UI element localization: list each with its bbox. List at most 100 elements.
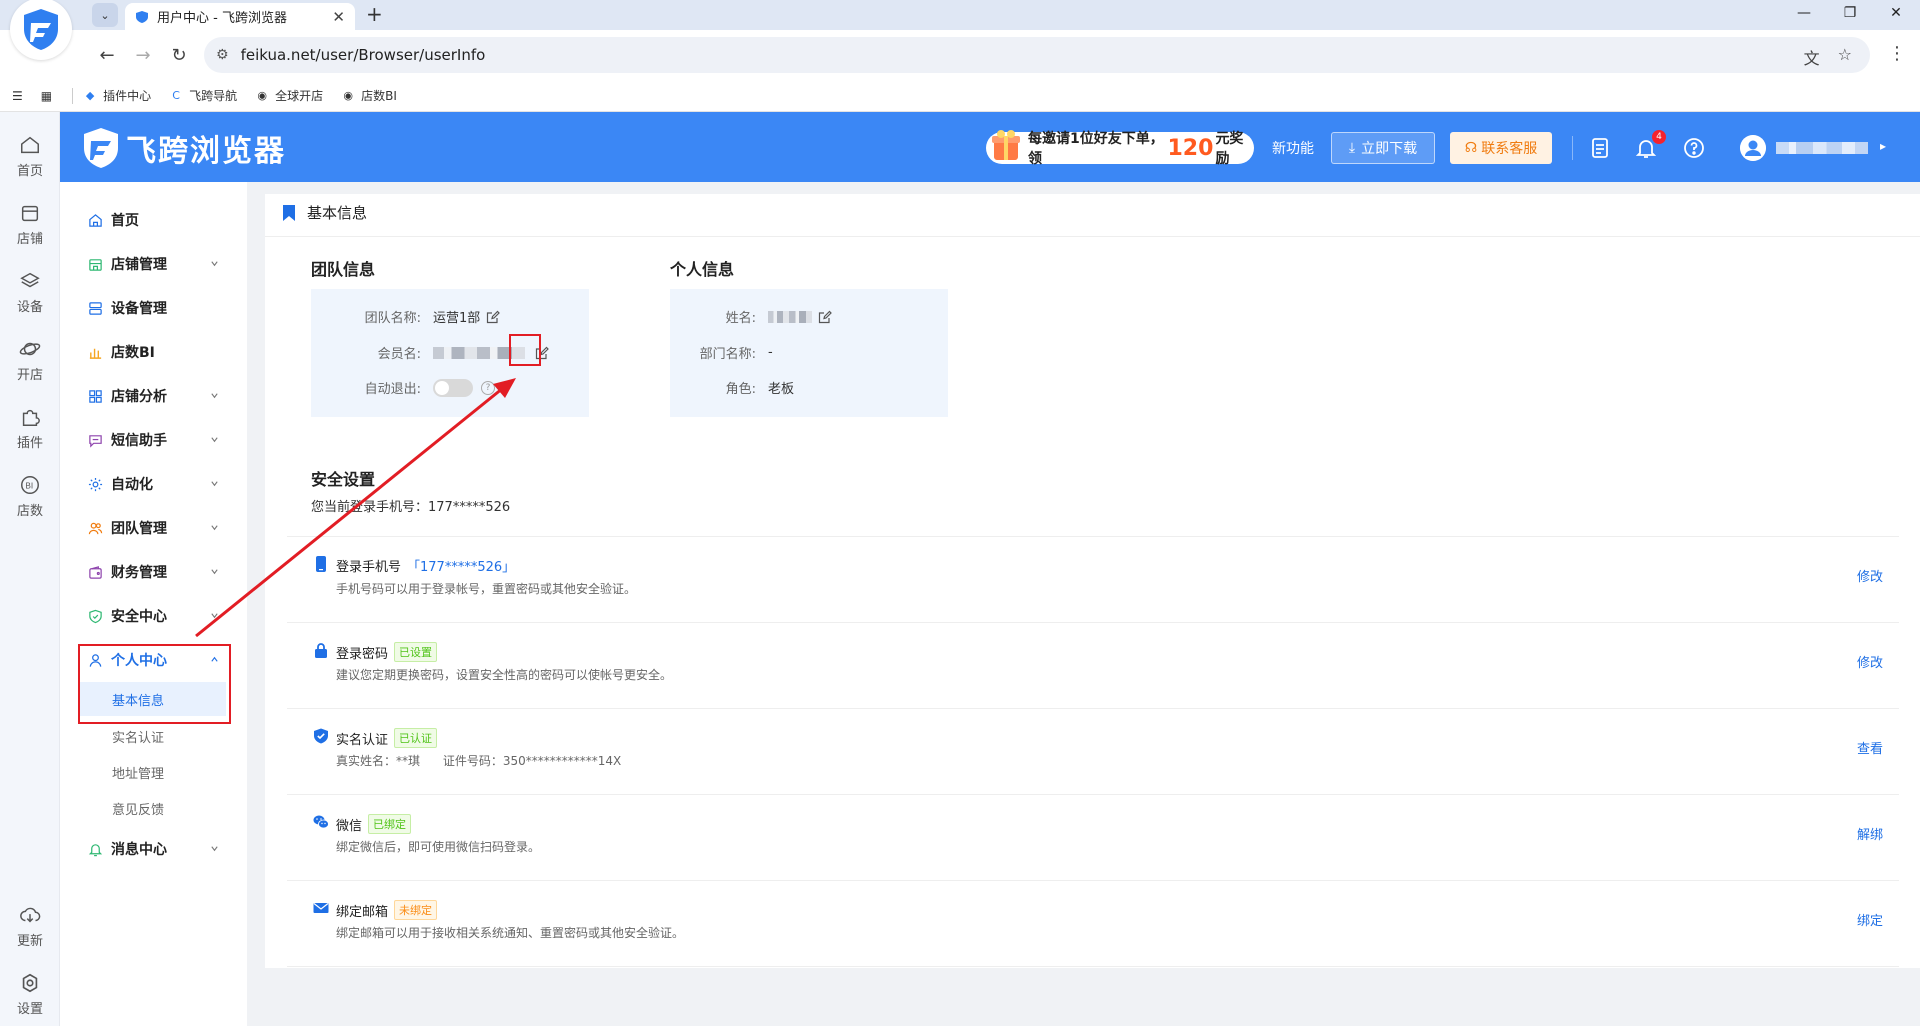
bookmark-label: 插件中心 — [103, 89, 152, 103]
edit-icon[interactable] — [486, 310, 501, 324]
invite-promo-banner[interactable]: 每邀请1位好友下单，领 120 元奖励 — [986, 130, 1254, 167]
view-realname-link[interactable]: 查看 — [1857, 738, 1883, 757]
menu-label: 团队管理 — [111, 521, 167, 537]
browser-menu-icon[interactable]: ⋮ — [1888, 43, 1906, 64]
menu-item-device-management[interactable]: 设备管理 — [60, 289, 247, 327]
back-icon[interactable]: ← — [92, 40, 122, 70]
menu-label: 店数BI — [111, 345, 155, 361]
site-info-icon[interactable]: ⚙ — [216, 47, 229, 63]
bar-chart-icon — [89, 348, 102, 359]
contact-label: 联系客服 — [1481, 141, 1538, 157]
bookmark-icon — [283, 204, 295, 221]
new-tab-button[interactable]: + — [366, 2, 383, 26]
rail-dianshu[interactable]: BI 店数 — [0, 474, 60, 519]
notification-badge: 4 — [1652, 130, 1666, 144]
rail-open-store[interactable]: 开店 — [0, 338, 60, 383]
menu-item-dianshu-bi[interactable]: 店数BI — [60, 333, 247, 371]
menu-item-team-management[interactable]: 团队管理 — [60, 509, 247, 547]
translate-icon[interactable]: 文 — [1804, 45, 1820, 69]
wallet-icon — [89, 565, 102, 579]
globe-icon: ◉ — [257, 89, 267, 102]
user-menu-caret-icon[interactable]: ▸ — [1880, 139, 1886, 153]
help-circle-icon[interactable]: ? — [481, 380, 495, 395]
item-desc: 建议您定期更换密码，设置安全性高的密码可以使帐号更安全。 — [336, 668, 673, 682]
page-title-text: 基本信息 — [307, 204, 368, 222]
bookmark-dianshu-bi[interactable]: ◉ 店数BI — [341, 87, 397, 104]
store-icon — [21, 205, 39, 222]
menu-item-message-center[interactable]: 消息中心 — [60, 830, 247, 868]
menu-item-home[interactable]: 首页 — [60, 201, 247, 239]
feikua-logo-icon: ◆ — [85, 89, 95, 102]
bind-email-link[interactable]: 绑定 — [1857, 910, 1883, 929]
tab-close-icon[interactable]: ✕ — [332, 8, 345, 26]
restore-button[interactable]: ❐ — [1826, 0, 1874, 26]
shield-check-icon — [89, 609, 102, 623]
reload-icon[interactable]: ↻ — [164, 40, 194, 70]
annotation-highlight-edit — [509, 334, 541, 366]
divider — [287, 536, 1899, 537]
rail-device[interactable]: 设备 — [0, 270, 60, 315]
menu-item-automation[interactable]: 自动化 — [60, 465, 247, 503]
tab-active[interactable]: 用户中心 - 飞跨浏览器 ✕ — [125, 3, 355, 30]
menu-item-sms-assistant[interactable]: 短信助手 — [60, 421, 247, 459]
status-badge: 已认证 — [394, 728, 438, 748]
phone-icon — [316, 556, 326, 572]
globe-icon: ◉ — [343, 89, 353, 102]
item-desc: 绑定微信后，即可使用微信扫码登录。 — [336, 840, 541, 854]
rail-update[interactable]: 更新 — [0, 904, 60, 949]
role-value: 老板 — [768, 382, 795, 397]
rail-plugin[interactable]: 插件 — [0, 406, 60, 451]
rail-settings[interactable]: 设置 — [0, 972, 60, 1017]
new-feature-link[interactable]: 新功能 — [1272, 138, 1314, 158]
tab-title: 用户中心 - 飞跨浏览器 — [157, 11, 287, 26]
bookmark-plugin-center[interactable]: ◆ 插件中心 — [83, 87, 151, 104]
headset-icon: ☊ — [1464, 140, 1478, 156]
promo-amount: 120 — [1167, 135, 1214, 161]
auto-logout-toggle[interactable] — [433, 378, 473, 397]
item-name: 登录密码 — [336, 646, 389, 662]
unbind-wechat-link[interactable]: 解绑 — [1857, 824, 1883, 843]
chevron-down-icon — [211, 261, 218, 267]
item-desc: 绑定邮箱可以用于接收相关系统通知、重置密码或其他安全验证。 — [336, 926, 685, 940]
download-button[interactable]: ⤓ 立即下载 — [1331, 132, 1435, 164]
tab-search-dropdown[interactable]: ⌄ — [92, 3, 118, 27]
username-redacted[interactable] — [1776, 142, 1868, 154]
help-icon[interactable] — [1682, 136, 1706, 160]
address-bar[interactable]: ⚙ feikua.net/user/Browser/userInfo 文 ☆ — [204, 37, 1870, 73]
avatar[interactable] — [1740, 135, 1766, 161]
document-icon[interactable] — [1588, 136, 1612, 160]
bookmark-navigation[interactable]: C 飞跨导航 — [169, 87, 237, 104]
browser-logo-icon[interactable] — [10, 0, 72, 60]
divider — [287, 708, 1899, 709]
submenu-address[interactable]: 地址管理 — [60, 755, 247, 789]
apps-grid-icon[interactable]: ▦ — [41, 89, 52, 103]
contact-support-button[interactable]: ☊ 联系客服 — [1450, 132, 1552, 164]
rail-store[interactable]: 店铺 — [0, 202, 60, 247]
submenu-real-name[interactable]: 实名认证 — [60, 719, 247, 753]
side-panel-icon[interactable]: ☰ — [12, 89, 23, 103]
menu-item-finance[interactable]: 财务管理 — [60, 553, 247, 591]
bookmark-label: 飞跨导航 — [189, 89, 238, 103]
edit-icon[interactable] — [818, 310, 832, 324]
forward-icon[interactable]: → — [128, 40, 158, 70]
rail-home[interactable]: 首页 — [0, 134, 60, 179]
close-window-button[interactable]: ✕ — [1872, 0, 1920, 26]
brand-logo[interactable]: 飞跨浏览器 — [82, 126, 286, 170]
modify-password-link[interactable]: 修改 — [1857, 652, 1883, 671]
download-icon: ⤓ — [1348, 140, 1356, 156]
gear-icon — [88, 477, 103, 491]
rail-label: 店数 — [16, 504, 43, 519]
submenu-feedback[interactable]: 意见反馈 — [60, 791, 247, 825]
minimize-button[interactable]: — — [1780, 0, 1828, 26]
auto-logout-label: 自动退出: — [364, 382, 421, 397]
bookmark-label: 全球开店 — [275, 89, 324, 103]
bookmark-global-store[interactable]: ◉ 全球开店 — [255, 87, 323, 104]
member-name-label: 会员名: — [377, 347, 421, 362]
menu-item-store-analysis[interactable]: 店铺分析 — [60, 377, 247, 415]
menu-item-store-management[interactable]: 店铺管理 — [60, 245, 247, 283]
modify-phone-link[interactable]: 修改 — [1857, 566, 1883, 585]
menu-item-security-center[interactable]: 安全中心 — [60, 597, 247, 635]
divider — [287, 622, 1899, 623]
bookmark-star-icon[interactable]: ☆ — [1838, 45, 1852, 69]
item-name: 微信 — [336, 818, 363, 834]
